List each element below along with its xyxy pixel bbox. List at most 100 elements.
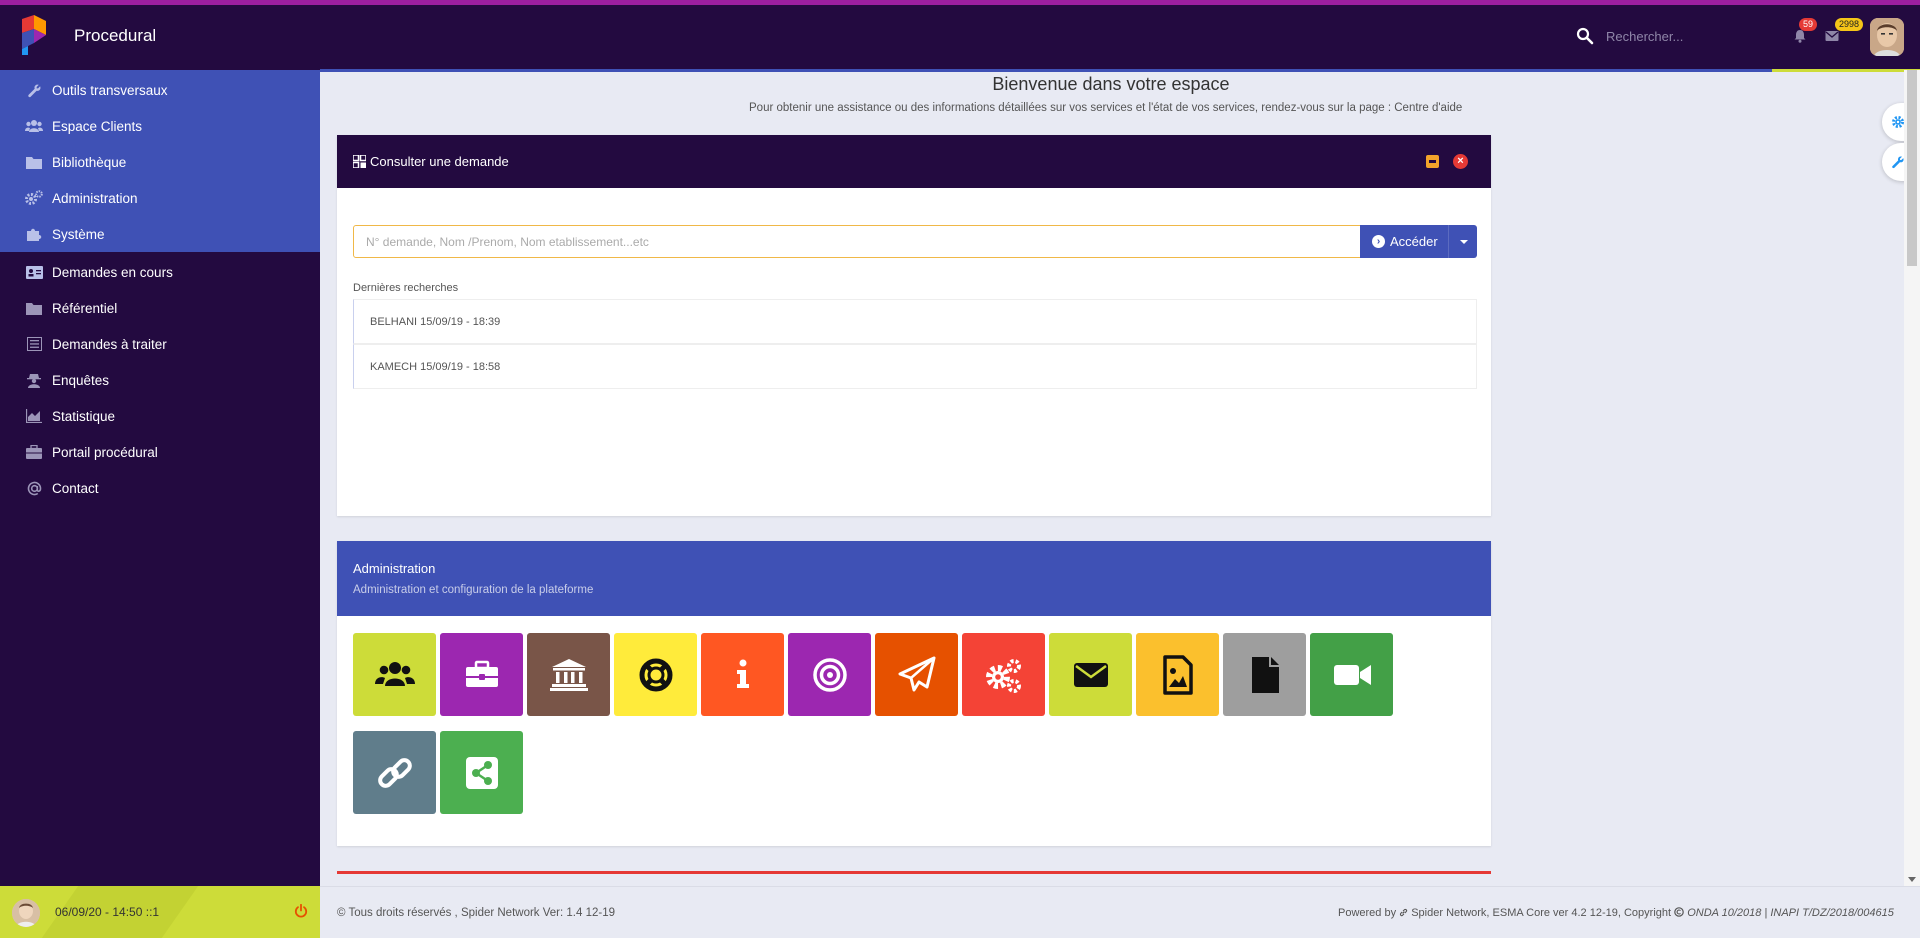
bullseye-icon xyxy=(812,657,847,692)
sidebar-item-contact[interactable]: Contact xyxy=(0,470,320,506)
wrench-icon xyxy=(25,81,43,99)
recent-search-item[interactable]: BELHANI 15/09/19 - 18:39 xyxy=(353,299,1477,344)
sidebar-item-systeme[interactable]: Système xyxy=(0,216,320,252)
header-accent-line xyxy=(320,69,1920,72)
sidebar-item-label: Bibliothèque xyxy=(52,154,127,170)
next-panel-top-border xyxy=(337,871,1491,874)
scrollbar-thumb[interactable] xyxy=(1907,70,1917,266)
admin-tile-info[interactable] xyxy=(701,633,784,716)
file-image-icon xyxy=(1162,654,1193,695)
copyright-owner: ONDA 10/2018 | INAPI T/DZ/2018/004615 xyxy=(1687,907,1894,919)
admin-tile-file-image[interactable] xyxy=(1136,633,1219,716)
admin-tile-bullseye[interactable] xyxy=(788,633,871,716)
messages-badge: 2998 xyxy=(1835,18,1864,31)
cogs-icon xyxy=(985,658,1021,693)
at-icon xyxy=(25,479,43,497)
sidebar-item-enquetes[interactable]: Enquêtes xyxy=(0,362,320,398)
link-icon xyxy=(1400,908,1408,917)
chevron-right-icon: › xyxy=(1372,235,1385,248)
envelope-icon xyxy=(1825,31,1839,41)
sidebar-item-label: Outils transversaux xyxy=(52,82,168,98)
sidebar-item-label: Demandes en cours xyxy=(52,264,173,280)
admin-tile-paper-plane[interactable] xyxy=(875,633,958,716)
admin-tile-life-ring[interactable] xyxy=(614,633,697,716)
admin-tile-video[interactable] xyxy=(1310,633,1393,716)
messages-button[interactable]: 2998 xyxy=(1824,18,1864,45)
search-icon[interactable] xyxy=(1576,27,1594,45)
top-bar: Procedural 59 2998 xyxy=(0,0,1920,72)
sidebar-item-administration[interactable]: Administration xyxy=(0,180,320,216)
administration-panel-subtitle: Administration et configuration de la pl… xyxy=(353,584,594,596)
close-button[interactable]: × xyxy=(1453,154,1468,169)
sidebar-item-portail-procedural[interactable]: Portail procédural xyxy=(0,434,320,470)
consult-panel-header: Consulter une demande × xyxy=(337,135,1491,188)
dashboard-icon xyxy=(353,155,366,168)
access-button-label: Accéder xyxy=(1390,234,1438,249)
sidebar-item-bibliotheque[interactable]: Bibliothèque xyxy=(0,144,320,180)
gear-icon xyxy=(1892,116,1904,128)
session-datetime: 06/09/20 - 14:50 ::1 xyxy=(55,905,160,919)
admin-tile-share[interactable] xyxy=(440,731,523,814)
admin-tile-cogs[interactable] xyxy=(962,633,1045,716)
sidebar-item-demandes-a-traiter[interactable]: Demandes à traiter xyxy=(0,326,320,362)
sidebar-item-outils-transversaux[interactable]: Outils transversaux xyxy=(0,72,320,108)
list-icon xyxy=(25,335,43,353)
page-scrollbar[interactable] xyxy=(1904,70,1920,886)
administration-panel: Administration Administration et configu… xyxy=(337,541,1491,846)
minimize-button[interactable] xyxy=(1426,155,1439,168)
recent-searches-label: Dernières recherches xyxy=(353,282,459,294)
help-text: Pour obtenir une assistance ou des infor… xyxy=(749,102,1463,114)
app-logo[interactable] xyxy=(20,15,48,55)
users-icon xyxy=(374,661,415,686)
sidebar-item-label: Portail procédural xyxy=(52,444,158,460)
scroll-down-arrow[interactable] xyxy=(1908,877,1916,882)
powered-by-company: Spider Network, ESMA Core ver 4.2 12-19,… xyxy=(1411,907,1672,919)
cogs-icon xyxy=(25,189,43,207)
page-footer: © Tous droits réservés , Spider Network … xyxy=(320,886,1920,938)
folder-icon xyxy=(25,153,43,171)
user-secret-icon xyxy=(25,371,43,389)
access-dropdown-toggle[interactable] xyxy=(1448,225,1477,258)
admin-tile-briefcase[interactable] xyxy=(440,633,523,716)
user-avatar[interactable] xyxy=(1870,18,1904,56)
sidebar-item-demandes-en-cours[interactable]: Demandes en cours xyxy=(0,254,320,290)
sidebar-item-label: Système xyxy=(52,226,105,242)
video-icon xyxy=(1333,664,1371,685)
sidebar-item-label: Enquêtes xyxy=(52,372,110,388)
powered-by-text: Powered by Spider Network, ESMA Core ver… xyxy=(1338,907,1894,919)
admin-tile-file[interactable] xyxy=(1223,633,1306,716)
consult-panel-title: Consulter une demande xyxy=(370,154,509,169)
wrench-icon xyxy=(1892,156,1904,169)
sidebar-item-label: Statistique xyxy=(52,408,116,424)
recent-search-item[interactable]: KAMECH 15/09/19 - 18:58 xyxy=(353,344,1477,389)
folder-icon xyxy=(25,299,43,317)
admin-tile-envelope[interactable] xyxy=(1049,633,1132,716)
admin-tile-institution[interactable] xyxy=(527,633,610,716)
institution-icon xyxy=(549,658,588,691)
search-input[interactable] xyxy=(1606,23,1766,49)
sidebar-item-label: Demandes à traiter xyxy=(52,336,167,352)
envelope-icon xyxy=(1073,662,1108,687)
sidebar-item-statistique[interactable]: Statistique xyxy=(0,398,320,434)
share-icon xyxy=(465,756,498,789)
sidebar-item-espace-clients[interactable]: Espace Clients xyxy=(0,108,320,144)
access-button[interactable]: › Accéder xyxy=(1360,225,1448,258)
administration-panel-header: Administration Administration et configu… xyxy=(337,541,1491,616)
header-accent-right xyxy=(1772,69,1920,72)
footer-user-avatar[interactable] xyxy=(12,899,40,927)
link-icon xyxy=(377,757,412,788)
sidebar-item-label: Espace Clients xyxy=(52,118,143,134)
request-search-input[interactable] xyxy=(353,225,1377,258)
power-icon[interactable] xyxy=(294,904,308,918)
copyright-text: © Tous droits réservés , Spider Network … xyxy=(337,907,615,919)
life-ring-icon xyxy=(639,658,672,691)
notifications-badge: 59 xyxy=(1799,18,1818,31)
id-card-icon xyxy=(25,263,43,281)
notifications-button[interactable]: 59 xyxy=(1791,18,1818,45)
administration-panel-title: Administration xyxy=(353,561,436,576)
admin-tile-users[interactable] xyxy=(353,633,436,716)
file-icon xyxy=(1251,656,1279,693)
sidebar-item-referentiel[interactable]: Référentiel xyxy=(0,290,320,326)
sidebar-item-label: Contact xyxy=(52,480,99,496)
admin-tile-link[interactable] xyxy=(353,731,436,814)
